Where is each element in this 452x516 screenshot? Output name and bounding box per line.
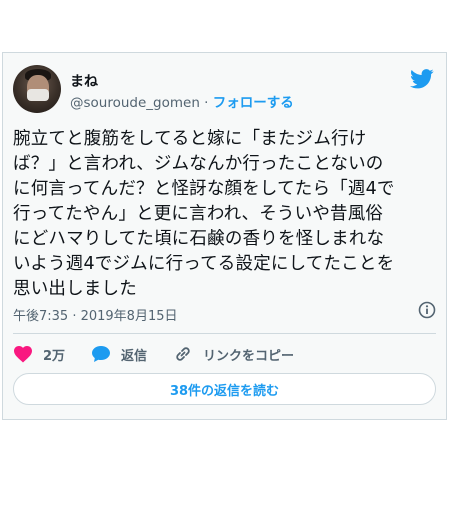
tweet-timestamp[interactable]: 午後7:35 · 2019年8月15日: [13, 305, 178, 324]
tweet-card: まね @souroude_gomen · フォローする 腕立てと腹筋をしてると嫁…: [2, 52, 447, 420]
tweet-actions: 2万 返信 リンクをコピー: [13, 343, 436, 365]
avatar-mask: [27, 89, 49, 101]
copy-link-button[interactable]: リンクをコピー: [173, 343, 294, 365]
author-handle[interactable]: @souroude_gomen: [70, 95, 200, 111]
follow-button[interactable]: フォローする: [213, 95, 294, 111]
twitter-bird-icon[interactable]: [410, 69, 434, 89]
tweet-header: まね @souroude_gomen · フォローする: [13, 65, 436, 113]
link-icon: [176, 347, 190, 361]
divider: [13, 333, 436, 334]
read-replies-button[interactable]: 38件の返信を読む: [13, 373, 436, 405]
like-button[interactable]: 2万: [13, 343, 65, 365]
author-handle-line: @souroude_gomen · フォローする: [70, 91, 294, 111]
info-icon[interactable]: [418, 301, 436, 319]
reply-label: 返信: [121, 348, 148, 364]
tweet-text: 腕立てと腹筋をしてると嫁に「またジム行け ば？」と言われ、ジムなんか行ったことな…: [13, 129, 395, 299]
like-count: 2万: [43, 348, 66, 364]
heart-icon: [14, 346, 32, 363]
reply-button[interactable]: 返信: [91, 343, 147, 365]
author-name[interactable]: まね: [70, 71, 98, 91]
copy-link-label: リンクをコピー: [203, 348, 295, 364]
avatar[interactable]: [13, 65, 61, 113]
separator: ·: [199, 95, 213, 111]
speech-bubble-icon: [92, 346, 110, 362]
